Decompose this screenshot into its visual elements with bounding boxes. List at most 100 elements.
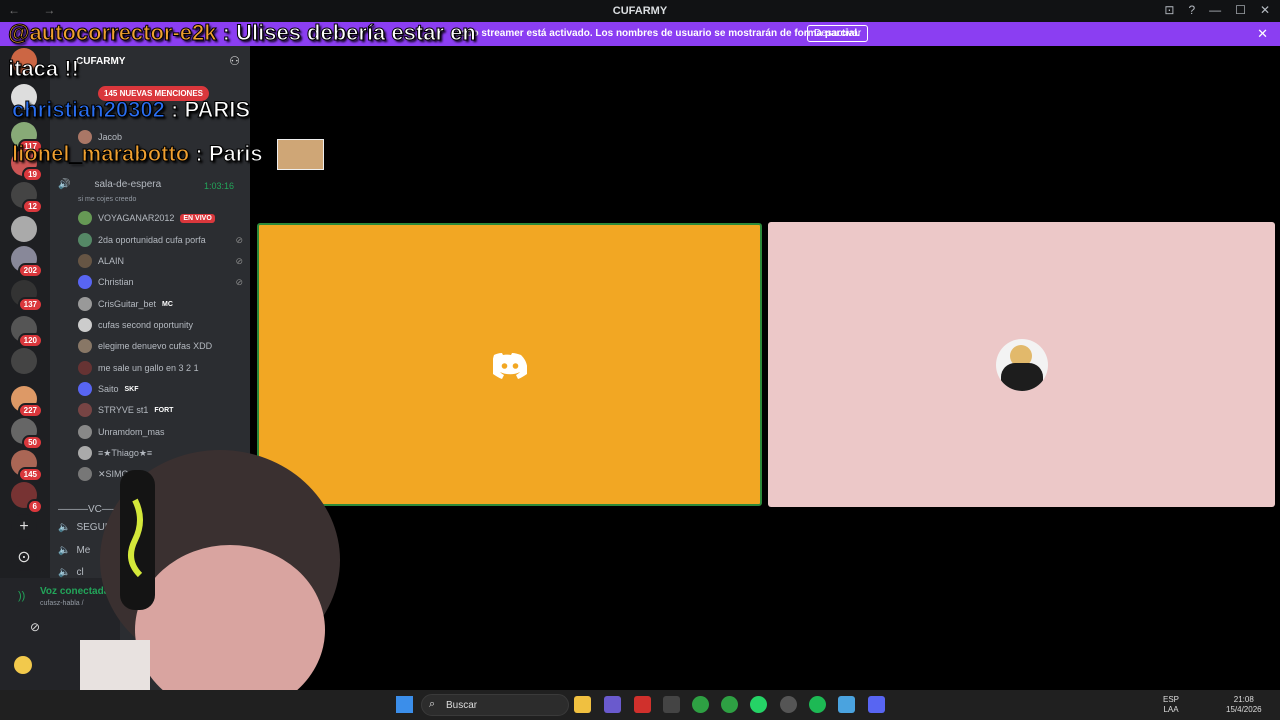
app-icon[interactable] [780, 696, 797, 713]
explore-icon[interactable]: ⊙ [11, 545, 37, 571]
chat-message-continued: itaca !! [8, 56, 80, 82]
member-name: CrisGuitar_bet [98, 299, 157, 309]
server-icon[interactable]: 202 [11, 246, 43, 278]
server-icon[interactable]: 120 [11, 316, 43, 348]
invite-icon[interactable]: ⚇ [229, 54, 240, 68]
live-badge: EN VIVO [180, 213, 215, 223]
member-name: Saito [98, 384, 119, 394]
avatar [78, 297, 92, 311]
avatar [78, 275, 92, 289]
add-server-icon[interactable]: + [11, 514, 37, 540]
server-icon[interactable] [11, 216, 37, 242]
server-badge: 202 [17, 263, 43, 278]
server-icon[interactable] [11, 348, 37, 374]
language-indicator[interactable]: ESP LAA [1163, 695, 1179, 715]
member-tag: FORT [154, 406, 174, 414]
chat-message: lionel_marabotto : Paris [11, 141, 263, 167]
inbox-icon[interactable]: ⊡ [1164, 3, 1174, 17]
server-icon[interactable]: 227 [11, 386, 43, 418]
discord-logo-icon [493, 353, 527, 379]
voice-status: si me cojes creedo [78, 196, 137, 203]
member-row[interactable]: elegime denuevo cufas XDD [78, 338, 243, 354]
participant-avatar [996, 339, 1048, 391]
chat-separator: : [222, 20, 230, 46]
windows-start-icon[interactable] [396, 696, 413, 713]
member-name: STRYVE st1 [98, 405, 149, 415]
maximize-button[interactable]: ☐ [1235, 3, 1246, 17]
avatar [78, 339, 92, 353]
window-titlebar: ← → CUFARMY ⊡ ? — ☐ ✕ [0, 0, 1280, 22]
search-icon: ⌕ [429, 698, 436, 710]
app-icon[interactable] [634, 696, 651, 713]
server-icon[interactable]: 50 [11, 418, 43, 450]
member-row[interactable]: Christian ⊘ [78, 274, 243, 290]
voice-channel[interactable]: 🔊 sala-de-espera [58, 179, 161, 190]
chat-separator: : [170, 97, 179, 123]
member-row[interactable]: CrisGuitar_bet MC [78, 296, 243, 312]
server-badge: 50 [22, 435, 43, 450]
chrome-icon[interactable] [721, 696, 738, 713]
chat-username: christian20302 [12, 97, 166, 123]
member-row[interactable]: STRYVE st1 FORT [78, 402, 243, 418]
windows-taskbar: ⌕ Buscar ESP LAA 21:08 15/4/2026 [0, 690, 1280, 720]
voice-timer: 1:03:16 [204, 181, 235, 191]
member-row[interactable]: 2da oportunidad cufa porfa ⊘ [78, 232, 243, 248]
member-row[interactable]: cufas second oportunity [78, 317, 243, 333]
avatar [78, 233, 92, 247]
member-row[interactable]: ALAIN ⊘ [78, 253, 243, 269]
avatar [78, 318, 92, 332]
voice-channel-name: sala-de-espera [94, 179, 162, 190]
server-icon[interactable]: 12 [11, 182, 43, 214]
guild-name[interactable]: CUFARMY [76, 56, 125, 67]
server-icon[interactable]: 145 [11, 450, 43, 482]
whatsapp-icon[interactable] [750, 696, 767, 713]
webcam-overlay [80, 450, 340, 720]
avatar [78, 425, 92, 439]
disable-streamer-button[interactable]: Desactivar [807, 25, 869, 42]
member-row[interactable]: Saito SKF [78, 381, 243, 397]
file-explorer-icon[interactable] [574, 696, 591, 713]
store-icon[interactable] [663, 696, 680, 713]
user-avatar[interactable] [14, 656, 32, 674]
notepad-icon[interactable] [838, 696, 855, 713]
chat-text: Ulises debería estar en [236, 20, 477, 46]
taskbar-search[interactable]: ⌕ Buscar [421, 694, 569, 716]
server-icon[interactable]: 137 [11, 280, 43, 312]
member-name: ALAIN [98, 256, 125, 266]
help-icon[interactable]: ? [1188, 3, 1195, 17]
server-badge: 19 [22, 167, 43, 182]
server-badge: 12 [22, 199, 43, 214]
member-row[interactable]: me sale un gallo en 3 2 1 [78, 360, 243, 376]
chat-username: @autocorrector-e2k [8, 20, 218, 46]
clock[interactable]: 21:08 15/4/2026 [1226, 695, 1262, 715]
server-badge: 227 [17, 403, 43, 418]
discord-icon[interactable] [868, 696, 885, 713]
minimize-button[interactable]: — [1209, 3, 1221, 17]
chat-emote [277, 139, 324, 170]
muted-icon: ⊘ [235, 255, 243, 266]
app-icon[interactable] [604, 696, 621, 713]
deafened-icon: ⊘ [235, 234, 243, 245]
chat-text: PARIS [184, 97, 251, 123]
member-row[interactable]: VOYAGANAR2012 EN VIVO [78, 210, 243, 226]
chat-message: @autocorrector-e2k : Ulises debería esta… [8, 20, 477, 46]
participant-tile[interactable] [768, 222, 1275, 507]
spotify-icon[interactable] [809, 696, 826, 713]
server-icon[interactable]: 6 [11, 482, 43, 514]
banner-close-icon[interactable]: ✕ [1257, 26, 1268, 42]
member-name: elegime denuevo cufas XDD [98, 341, 213, 351]
member-row[interactable]: Unramdom_mas [78, 424, 243, 440]
chrome-icon[interactable] [692, 696, 709, 713]
chat-text: Paris [208, 141, 263, 167]
camera-off-icon[interactable]: ⊘ [30, 620, 40, 634]
window-controls: ⊡ ? — ☐ ✕ [1164, 3, 1270, 17]
signal-icon: )) [18, 590, 26, 602]
server-badge: 145 [17, 467, 43, 482]
close-window-button[interactable]: ✕ [1260, 3, 1270, 17]
chat-username: lionel_marabotto [11, 141, 190, 167]
search-label: Buscar [446, 700, 478, 711]
member-name: Christian [98, 277, 134, 287]
avatar [78, 403, 92, 417]
member-tag: SKF [124, 385, 139, 393]
server-badge: 137 [17, 297, 43, 312]
